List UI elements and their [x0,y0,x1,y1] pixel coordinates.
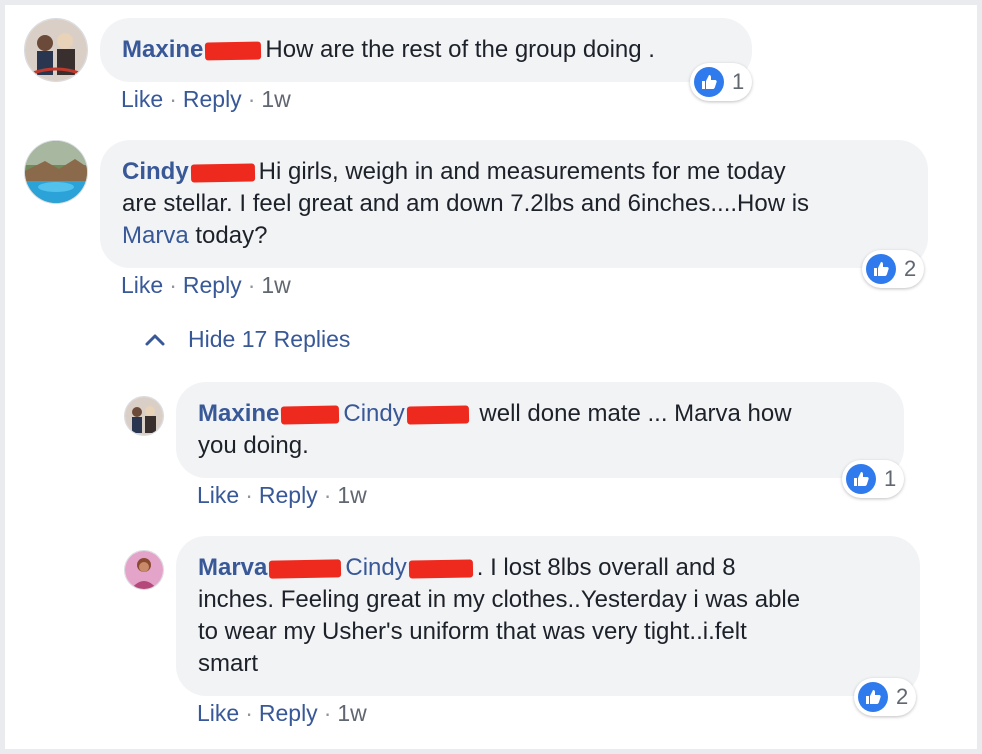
timestamp[interactable]: 1w [337,482,366,508]
reaction-number: 2 [904,256,917,281]
mention-link[interactable]: Cindy [345,554,406,581]
redaction-mark [281,405,340,425]
redaction-mark [190,163,255,183]
redaction-mark [406,405,469,425]
comment-author[interactable]: Maxine [122,36,203,63]
avatar-marva[interactable] [124,550,164,590]
avatar-cindy[interactable] [24,140,88,204]
hide-replies-label: Hide 17 Replies [188,326,351,352]
like-link[interactable]: Like [197,482,239,508]
redaction-mark [205,41,262,61]
comment-actions: Like · Reply · 1w [121,86,291,112]
reply-author[interactable]: Marva [198,554,267,581]
reaction-number: 2 [896,684,909,709]
thumbs-up-icon [866,254,896,284]
like-link[interactable]: Like [197,700,239,726]
redaction-mark [408,559,473,579]
hide-replies-button[interactable]: Hide 17 Replies [144,326,350,353]
thumbs-up-icon [858,682,888,712]
reply-link[interactable]: Reply [259,700,318,726]
like-link[interactable]: Like [121,86,163,112]
thumbs-up-icon [846,464,876,494]
reaction-count[interactable]: 1 [842,460,905,498]
comment-bubble: Maxine How are the rest of the group doin… [100,18,752,82]
chevron-up-icon [145,334,165,345]
reply-text: you doing. [198,432,309,459]
reply-bubble: Maxine Cindy well done mate ... Marva how… [176,382,904,478]
reaction-number: 1 [884,466,897,491]
reply-link[interactable]: Reply [183,86,242,112]
timestamp[interactable]: 1w [261,272,290,298]
mention-link[interactable]: Marva [122,222,189,249]
reaction-number: 1 [732,69,745,94]
avatar-maxine[interactable] [124,396,164,436]
comment-author[interactable]: Cindy [122,158,189,185]
comment-actions: Like · Reply · 1w [121,272,291,298]
reply-actions: Like · Reply · 1w [197,482,367,508]
comment-text: Hi girls, weigh in and measurements for … [258,158,786,185]
avatar-maxine[interactable] [24,18,88,82]
reply-text: smart [198,650,258,677]
reply-link[interactable]: Reply [259,482,318,508]
comment-bubble: Cindy Hi girls, weigh in and measurements… [100,140,928,268]
reply-author[interactable]: Maxine [198,400,279,427]
reply-text: well done mate ... Marva how [479,400,792,427]
reaction-count[interactable]: 2 [862,250,925,288]
like-link[interactable]: Like [121,272,163,298]
mention-link[interactable]: Cindy [343,400,404,427]
thumbs-up-icon [694,67,724,97]
reply-text: . I lost 8lbs overall and 8 [476,554,736,581]
timestamp[interactable]: 1w [337,700,366,726]
reply-actions: Like · Reply · 1w [197,700,367,726]
reply-text: inches. Feeling great in my clothes..Yes… [198,586,801,613]
comment-text: today? [195,222,268,249]
comment-text: How are the rest of the group doing . [265,36,655,63]
redaction-mark [269,559,342,579]
reply-bubble: Marva Cindy . I lost 8lbs overall and 8 in… [176,536,920,696]
reply-text: to wear my Usher's uniform that was very… [198,618,747,645]
reaction-count[interactable]: 2 [854,678,917,716]
reaction-count[interactable]: 1 [690,63,753,101]
reply-link[interactable]: Reply [183,272,242,298]
timestamp[interactable]: 1w [261,86,290,112]
comment-text: are stellar. I feel great and am down 7.… [122,190,810,217]
